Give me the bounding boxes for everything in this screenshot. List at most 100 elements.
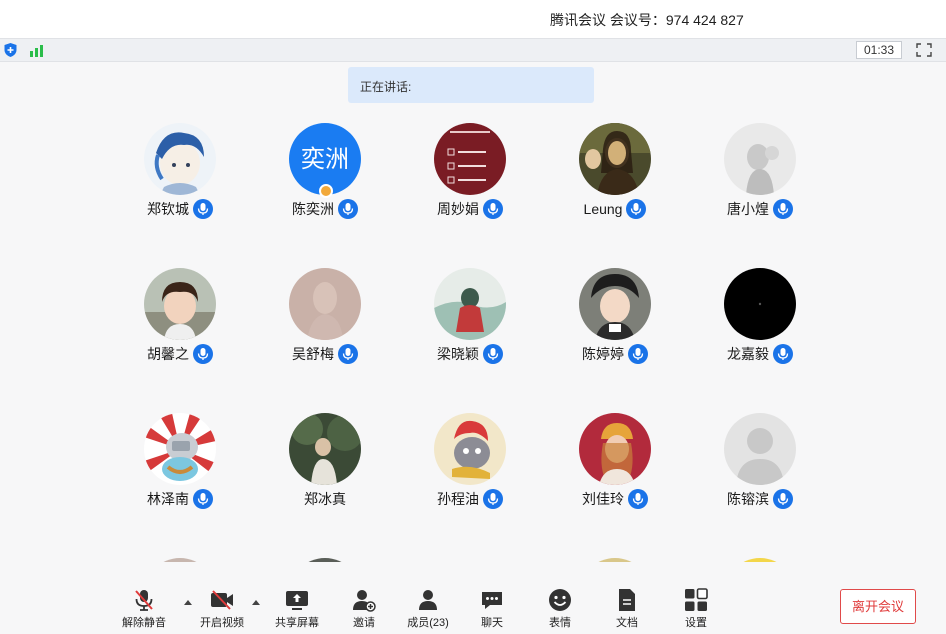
reactions-button[interactable]: 表情 xyxy=(530,586,590,632)
member-tile[interactable]: 周妙娟 xyxy=(415,123,525,223)
video-options-caret-icon[interactable] xyxy=(251,598,261,606)
members-icon xyxy=(419,590,437,610)
start-video-button[interactable]: 开启视频 xyxy=(192,586,252,632)
member-tile[interactable]: 陈镕滨 xyxy=(705,413,815,513)
mic-muted-icon xyxy=(135,590,153,611)
member-name: 陈镕滨 xyxy=(727,491,769,507)
member-name-row: 吴舒梅 xyxy=(270,344,380,366)
member-tile[interactable]: 梁晓颖 xyxy=(415,268,525,368)
member-tile[interactable]: 唐小煌 xyxy=(705,123,815,223)
member-tile[interactable]: 林泽南 xyxy=(125,413,235,513)
reactions-label: 表情 xyxy=(549,617,571,629)
member-tile[interactable]: 龙嘉毅 xyxy=(705,268,815,368)
meeting-toolbar: 解除静音 开启视频 共享屏幕 邀请 成员(23) 聊天 表情 文档 设置 离开会… xyxy=(0,562,946,634)
member-name-row: Leung xyxy=(560,199,670,221)
member-name: 郑冰真 xyxy=(304,491,346,507)
member-name: 周妙娟 xyxy=(437,201,479,217)
mic-on-icon xyxy=(193,199,213,219)
invite-user-icon xyxy=(353,590,376,612)
mic-on-icon xyxy=(626,199,647,219)
member-tile[interactable]: Leung xyxy=(560,123,670,223)
member-tile[interactable]: 胡馨之 xyxy=(125,268,235,368)
member-name: 胡馨之 xyxy=(147,346,189,362)
member-name-row: 林泽南 xyxy=(125,489,235,511)
mic-on-icon xyxy=(628,489,648,509)
unmute-label: 解除静音 xyxy=(122,617,166,629)
members-label: 成员(23) xyxy=(407,617,449,629)
member-tile[interactable]: 陈婷婷 xyxy=(560,268,670,368)
member-name-row: 郑钦城 xyxy=(125,199,235,221)
invite-button[interactable]: 邀请 xyxy=(334,586,394,632)
member-tile[interactable]: 郑冰真 xyxy=(270,413,380,513)
mic-on-icon xyxy=(483,344,503,364)
share-screen-button[interactable]: 共享屏幕 xyxy=(267,586,327,632)
emoji-icon xyxy=(549,589,571,611)
avatar xyxy=(724,413,796,485)
chat-button[interactable]: 聊天 xyxy=(462,586,522,632)
mic-on-icon xyxy=(773,344,793,364)
avatar xyxy=(144,268,216,340)
avatar xyxy=(579,268,651,340)
avatar xyxy=(289,268,361,340)
mic-on-icon xyxy=(483,489,503,509)
avatar xyxy=(434,123,506,195)
member-name-row: 唐小煌 xyxy=(705,199,815,221)
member-name: 林泽南 xyxy=(147,491,189,507)
docs-label: 文档 xyxy=(616,617,638,629)
member-name: 龙嘉毅 xyxy=(727,346,769,362)
member-tile[interactable]: 奕洲 陈奕洲 xyxy=(270,123,380,223)
avatar xyxy=(434,268,506,340)
mic-on-icon xyxy=(773,199,793,219)
member-name: 陈婷婷 xyxy=(582,346,624,362)
avatar xyxy=(289,413,361,485)
member-name: 刘佳玲 xyxy=(582,491,624,507)
mic-on-icon xyxy=(193,344,213,364)
mic-on-icon xyxy=(338,199,358,219)
mic-on-icon xyxy=(338,344,358,364)
avatar xyxy=(724,268,796,340)
member-name-row: 孙程油 xyxy=(415,489,525,511)
chat-icon xyxy=(482,592,502,609)
host-badge-icon xyxy=(319,184,333,198)
member-name-row: 周妙娟 xyxy=(415,199,525,221)
mic-on-icon xyxy=(483,199,503,219)
member-name: 吴舒梅 xyxy=(292,346,334,362)
share-screen-label: 共享屏幕 xyxy=(275,617,319,629)
member-name-row: 陈奕洲 xyxy=(270,199,380,221)
settings-label: 设置 xyxy=(685,617,707,629)
chat-label: 聊天 xyxy=(481,617,503,629)
member-name: 唐小煌 xyxy=(727,201,769,217)
member-name-row: 刘佳玲 xyxy=(560,489,670,511)
member-tile[interactable]: 刘佳玲 xyxy=(560,413,670,513)
members-button[interactable]: 成员(23) xyxy=(398,586,458,632)
docs-button[interactable]: 文档 xyxy=(597,586,657,632)
avatar xyxy=(434,413,506,485)
member-tile[interactable]: 郑钦城 xyxy=(125,123,235,223)
member-name: Leung xyxy=(583,201,623,217)
start-video-label: 开启视频 xyxy=(200,617,244,629)
member-name: 郑钦城 xyxy=(147,201,189,217)
member-name-row: 龙嘉毅 xyxy=(705,344,815,366)
mic-on-icon xyxy=(193,489,213,509)
member-name: 孙程油 xyxy=(437,491,479,507)
mic-on-icon xyxy=(773,489,793,509)
member-name-row: 陈镕滨 xyxy=(705,489,815,511)
member-tile[interactable]: 孙程油 xyxy=(415,413,525,513)
avatar xyxy=(579,123,651,195)
settings-button[interactable]: 设置 xyxy=(666,586,726,632)
invite-label: 邀请 xyxy=(353,617,375,629)
avatar xyxy=(724,123,796,195)
member-name-row: 胡馨之 xyxy=(125,344,235,366)
settings-grid-icon xyxy=(685,588,708,611)
member-name: 梁晓颖 xyxy=(437,346,479,362)
member-tile[interactable]: 吴舒梅 xyxy=(270,268,380,368)
unmute-button[interactable]: 解除静音 xyxy=(114,586,174,632)
member-name-row: 梁晓颖 xyxy=(415,344,525,366)
share-screen-icon xyxy=(286,591,308,610)
member-name: 陈奕洲 xyxy=(292,201,334,217)
video-off-icon xyxy=(211,590,233,610)
document-icon xyxy=(619,589,635,611)
mic-on-icon xyxy=(628,344,648,364)
avatar xyxy=(579,413,651,485)
leave-meeting-button[interactable]: 离开会议 xyxy=(840,589,916,624)
